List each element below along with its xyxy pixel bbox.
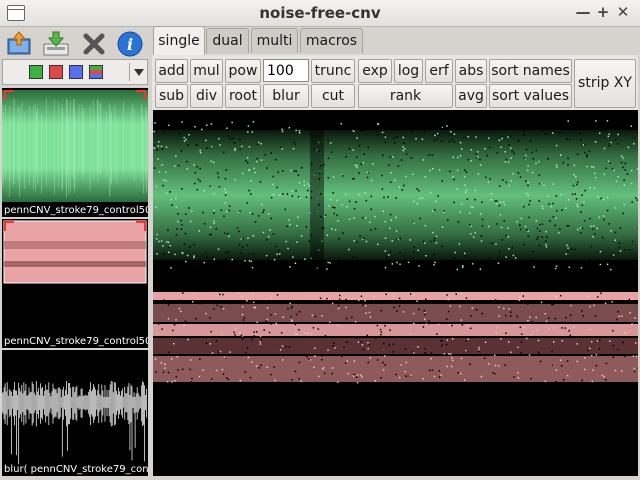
add-button[interactable]: add — [155, 59, 188, 83]
close-window-button[interactable]: ✕ — [614, 3, 632, 21]
sub-button[interactable]: sub — [155, 84, 188, 108]
avg-button[interactable]: avg — [455, 84, 487, 108]
trunc-button[interactable]: trunc — [311, 59, 355, 83]
thumbnail-2-plot — [3, 220, 147, 284]
close-icon[interactable] — [80, 30, 108, 58]
color-selector[interactable] — [2, 59, 148, 85]
open-icon[interactable] — [6, 30, 34, 58]
thumbnail-3[interactable]: blur( pennCNV_stroke79_cont — [2, 350, 148, 476]
abs-button[interactable]: abs — [455, 59, 487, 83]
pow-button[interactable]: pow — [225, 59, 261, 83]
info-icon[interactable]: i — [116, 30, 144, 58]
swatch-multi[interactable] — [89, 65, 103, 79]
minimize-button[interactable]: — — [574, 3, 592, 21]
title-bar: noise-free-cnv — + ✕ — [0, 0, 640, 27]
log-button[interactable]: log — [394, 59, 423, 83]
tab-macros[interactable]: macros — [300, 28, 363, 53]
thumbnail-1[interactable]: pennCNV_stroke79_control50 — [2, 88, 148, 217]
param-input[interactable] — [263, 59, 309, 82]
sort-names-button[interactable]: sort names — [489, 59, 572, 83]
erf-button[interactable]: erf — [425, 59, 453, 83]
svg-text:i: i — [127, 35, 133, 54]
sort-values-button[interactable]: sort values — [489, 84, 572, 108]
thumbnail-1-plot — [2, 90, 148, 202]
divider — [129, 63, 130, 81]
blur-button[interactable]: blur — [263, 84, 309, 108]
window-title: noise-free-cnv — [259, 4, 381, 22]
cut-button[interactable]: cut — [311, 84, 355, 108]
rank-button[interactable]: rank — [358, 84, 453, 108]
strip-xy-button[interactable]: strip XY — [574, 59, 636, 108]
save-icon[interactable] — [42, 30, 70, 58]
thumbnail-3-caption: blur( pennCNV_stroke79_cont — [4, 464, 148, 475]
swatch-green[interactable] — [29, 65, 43, 79]
root-button[interactable]: root — [225, 84, 261, 108]
swatch-red[interactable] — [49, 65, 63, 79]
thumbnail-3-plot — [2, 380, 147, 465]
maximize-button[interactable]: + — [594, 3, 612, 21]
thumbnail-2-caption: pennCNV_stroke79_control50 — [4, 336, 148, 347]
mul-button[interactable]: mul — [190, 59, 223, 83]
exp-button[interactable]: exp — [358, 59, 392, 83]
main-plot-canvas — [153, 120, 640, 384]
tab-single[interactable]: single — [153, 26, 205, 55]
div-button[interactable]: div — [190, 84, 223, 108]
chevron-down-icon[interactable] — [134, 69, 144, 76]
main-plot[interactable] — [153, 110, 640, 476]
tab-dual[interactable]: dual — [206, 28, 249, 53]
tab-multi[interactable]: multi — [251, 28, 298, 53]
swatch-blue[interactable] — [69, 65, 83, 79]
thumbnail-1-caption: pennCNV_stroke79_control50 — [4, 205, 148, 216]
thumbnail-2[interactable]: pennCNV_stroke79_control50 — [2, 219, 148, 348]
